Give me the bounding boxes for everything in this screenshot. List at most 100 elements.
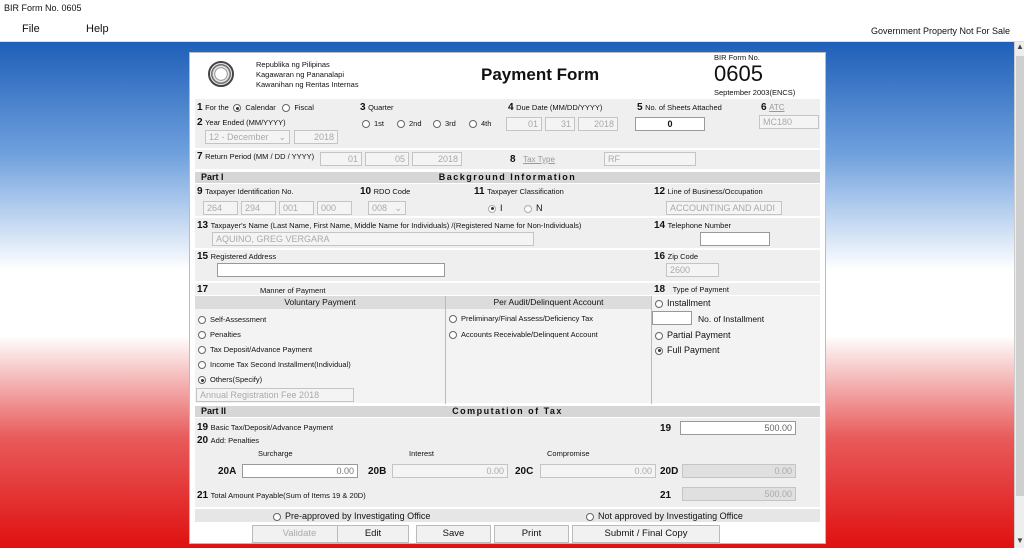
installment-radio[interactable]: Installment [655,298,711,308]
menu-file[interactable]: File [22,23,40,35]
menu-help[interactable]: Help [86,23,109,35]
disclaimer-text: Government Property Not For Sale [870,26,1010,36]
item-7-label: 7 Return Period (MM / DD / YYYY) [197,151,315,162]
income-tax-second-radio[interactable]: Income Tax Second Installment(Individual… [198,360,351,370]
zip-code-field[interactable]: 2600 [666,263,719,277]
item-5-label: 5 No. of Sheets Attached [637,102,722,113]
tax-type-field[interactable]: RF [604,152,696,166]
quarter-1st-radio[interactable]: 1st [362,119,384,129]
chevron-down-icon: ⌄ [394,203,402,213]
no-of-installment-label: No. of Installment [698,314,765,324]
agency-line-3: Kawanihan ng Rentas Internas [256,80,359,89]
year-ended-month-select[interactable]: 12 - December ⌄ [205,130,290,144]
part-2-header: Part II Computation of Tax [195,406,820,417]
item-11-label: 11 Taxpayer Classification [474,186,564,197]
telephone-field[interactable] [700,232,770,246]
item-18-label: 18 Type of Payment [654,284,729,295]
item-3-label: 3 Quarter [360,102,394,113]
quarter-2nd-radio[interactable]: 2nd [397,119,422,129]
calendar-radio[interactable]: Calendar [233,103,276,113]
quarter-3rd-radio[interactable]: 3rd [433,119,456,129]
atc-field[interactable]: MC180 [759,115,819,129]
compromise-field[interactable]: 0.00 [540,464,656,478]
item-21-label: 21 Total Amount Payable(Sum of Items 19 … [197,490,366,501]
line-of-business-field[interactable]: ACCOUNTING AND AUDI [666,201,782,215]
year-ended-year-field[interactable]: 2018 [294,130,338,144]
no-of-installment-field[interactable] [652,311,692,325]
audit-payment-header: Per Audit/Delinquent Account [446,296,651,309]
registered-address-field[interactable] [217,263,445,277]
quarter-4th-radio[interactable]: 4th [469,119,491,129]
others-specify-field[interactable]: Annual Registration Fee 2018 [196,388,354,402]
self-assessment-radio[interactable]: Self-Assessment [198,315,266,325]
tin-part-4[interactable]: 000 [317,201,352,215]
item-13-label: 13 Taxpayer's Name (Last Name, First Nam… [197,220,582,231]
item-6-label: 6 ATC [761,102,785,113]
penalties-radio[interactable]: Penalties [198,330,241,340]
item-20b-label: 20B [368,466,387,477]
chevron-down-icon: ⌄ [278,132,286,142]
save-button[interactable]: Save [416,525,491,543]
menu-bar: File Help Government Property Not For Sa… [0,18,1024,42]
penalties-total-field[interactable]: 0.00 [682,464,796,478]
edit-button[interactable]: Edit [337,525,409,543]
scroll-up-icon[interactable]: ▲ [1015,42,1024,54]
form-edition: September 2003(ENCS) [714,88,796,97]
tin-part-1[interactable]: 264 [203,201,238,215]
item-21-num-right: 21 [660,490,672,501]
item-20a-label: 20A [218,466,237,477]
item-2-label: 2 Year Ended (MM/YYYY) [197,117,286,128]
classification-n-radio[interactable]: N [524,203,543,213]
validate-button[interactable]: Validate [252,525,347,543]
basic-tax-field[interactable]: 500.00 [680,421,796,435]
item-9-label: 9 Taxpayer Identification No. [197,186,294,197]
pre-approved-radio[interactable]: Pre-approved by Investigating Office [273,511,430,521]
due-date-month[interactable]: 01 [506,117,542,131]
rdo-code-select[interactable]: 008 ⌄ [368,201,406,215]
fiscal-radio[interactable]: Fiscal [282,103,314,113]
total-amount-field[interactable]: 500.00 [682,487,796,501]
not-approved-radio[interactable]: Not approved by Investigating Office [586,511,743,521]
tin-part-3[interactable]: 001 [279,201,314,215]
scroll-down-icon[interactable]: ▼ [1015,536,1024,548]
item-17-label: 17 [197,284,209,295]
submit-final-copy-button[interactable]: Submit / Final Copy [572,525,720,543]
classification-i-radio[interactable]: I [488,203,503,213]
scroll-thumb[interactable] [1016,56,1024,496]
return-period-month[interactable]: 01 [320,152,362,166]
vertical-scrollbar[interactable]: ▲ ▼ [1014,42,1024,548]
item-10-label: 10 RDO Code [360,186,411,197]
others-specify-radio[interactable]: Others(Specify) [198,375,262,385]
due-date-year[interactable]: 2018 [578,117,618,131]
compromise-label: Compromise [547,449,590,458]
form-number: 0605 [714,61,763,86]
sheets-attached-field[interactable]: 0 [635,117,705,131]
voluntary-payment-header: Voluntary Payment [195,296,445,309]
accounts-receivable-radio[interactable]: Accounts Receivable/Delinquent Account [449,330,598,340]
interest-field[interactable]: 0.00 [392,464,508,478]
return-period-year[interactable]: 2018 [412,152,462,166]
tin-part-2[interactable]: 294 [241,201,276,215]
item-4-label: 4 Due Date (MM/DD/YYYY) [508,102,603,113]
manner-of-payment-label: Manner of Payment [260,286,326,295]
item-14-label: 14 Telephone Number [654,220,732,231]
due-date-day[interactable]: 31 [545,117,575,131]
tax-deposit-radio[interactable]: Tax Deposit/Advance Payment [198,345,312,355]
tax-type-link[interactable]: Tax Type [523,155,555,164]
item-20d-label: 20D [660,466,679,477]
print-button[interactable]: Print [494,525,569,543]
return-period-day[interactable]: 05 [365,152,409,166]
taxpayer-name-field[interactable]: AQUINO, GREG VERGARA [212,232,534,246]
partial-payment-radio[interactable]: Partial Payment [655,330,731,340]
item-8-label: 8 Tax Type [510,154,555,165]
full-payment-radio[interactable]: Full Payment [655,345,720,355]
atc-link[interactable]: ATC [769,103,784,112]
surcharge-field[interactable]: 0.00 [242,464,358,478]
item-19-label: 19 Basic Tax/Deposit/Advance Payment [197,422,334,433]
preliminary-assessment-radio[interactable]: Preliminary/Final Assess/Deficiency Tax [449,314,593,324]
window-title: BIR Form No. 0605 [0,0,1024,18]
item-1: 1 For the Calendar Fiscal [197,102,314,113]
agency-line-2: Kagawaran ng Pananalapi [256,70,344,79]
surcharge-label: Surcharge [258,449,293,458]
divider [445,296,446,404]
